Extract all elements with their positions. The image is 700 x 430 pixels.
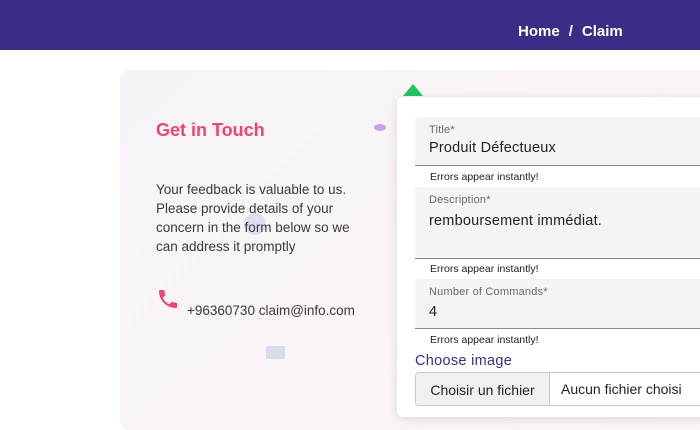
phone-icon <box>156 287 180 311</box>
description-field-value[interactable]: remboursement immédiat. <box>429 213 602 229</box>
decorative-square <box>266 346 285 359</box>
description-field[interactable]: Description* remboursement immédiat. <box>415 187 700 259</box>
description-field-label: Description* <box>429 194 491 206</box>
title-field[interactable]: Title* Produit Défectueux <box>415 117 700 166</box>
contact-info: +96360730 claim@info.com <box>187 303 355 318</box>
contact-description: Your feedback is valuable to us. Please … <box>156 182 350 254</box>
decorative-ellipse <box>374 124 386 131</box>
choose-image-label: Choose image <box>415 353 513 369</box>
title-field-value[interactable]: Produit Défectueux <box>429 140 556 156</box>
top-navbar: Home / Claim <box>0 0 700 50</box>
choose-file-button[interactable]: Choisir un fichier <box>416 373 550 405</box>
title-field-helper: Errors appear instantly! <box>430 171 539 183</box>
breadcrumb-current: Claim <box>581 23 623 40</box>
image-file-input[interactable]: Choisir un fichier Aucun fichier choisi <box>415 372 700 406</box>
commands-field-value[interactable]: 4 <box>429 304 437 320</box>
title-field-label: Title* <box>429 124 455 136</box>
commands-field[interactable]: Number of Commands* 4 <box>415 279 700 329</box>
breadcrumb: Home / Claim <box>518 23 623 40</box>
commands-field-helper: Errors appear instantly! <box>430 334 539 346</box>
commands-field-label: Number of Commands* <box>429 286 548 298</box>
breadcrumb-separator: / <box>568 23 573 40</box>
file-status-text: Aucun fichier choisi <box>561 381 682 397</box>
decorative-triangle <box>403 84 423 96</box>
breadcrumb-home-link[interactable]: Home <box>518 23 560 40</box>
description-field-helper: Errors appear instantly! <box>430 263 539 275</box>
contact-heading: Get in Touch <box>156 120 265 140</box>
